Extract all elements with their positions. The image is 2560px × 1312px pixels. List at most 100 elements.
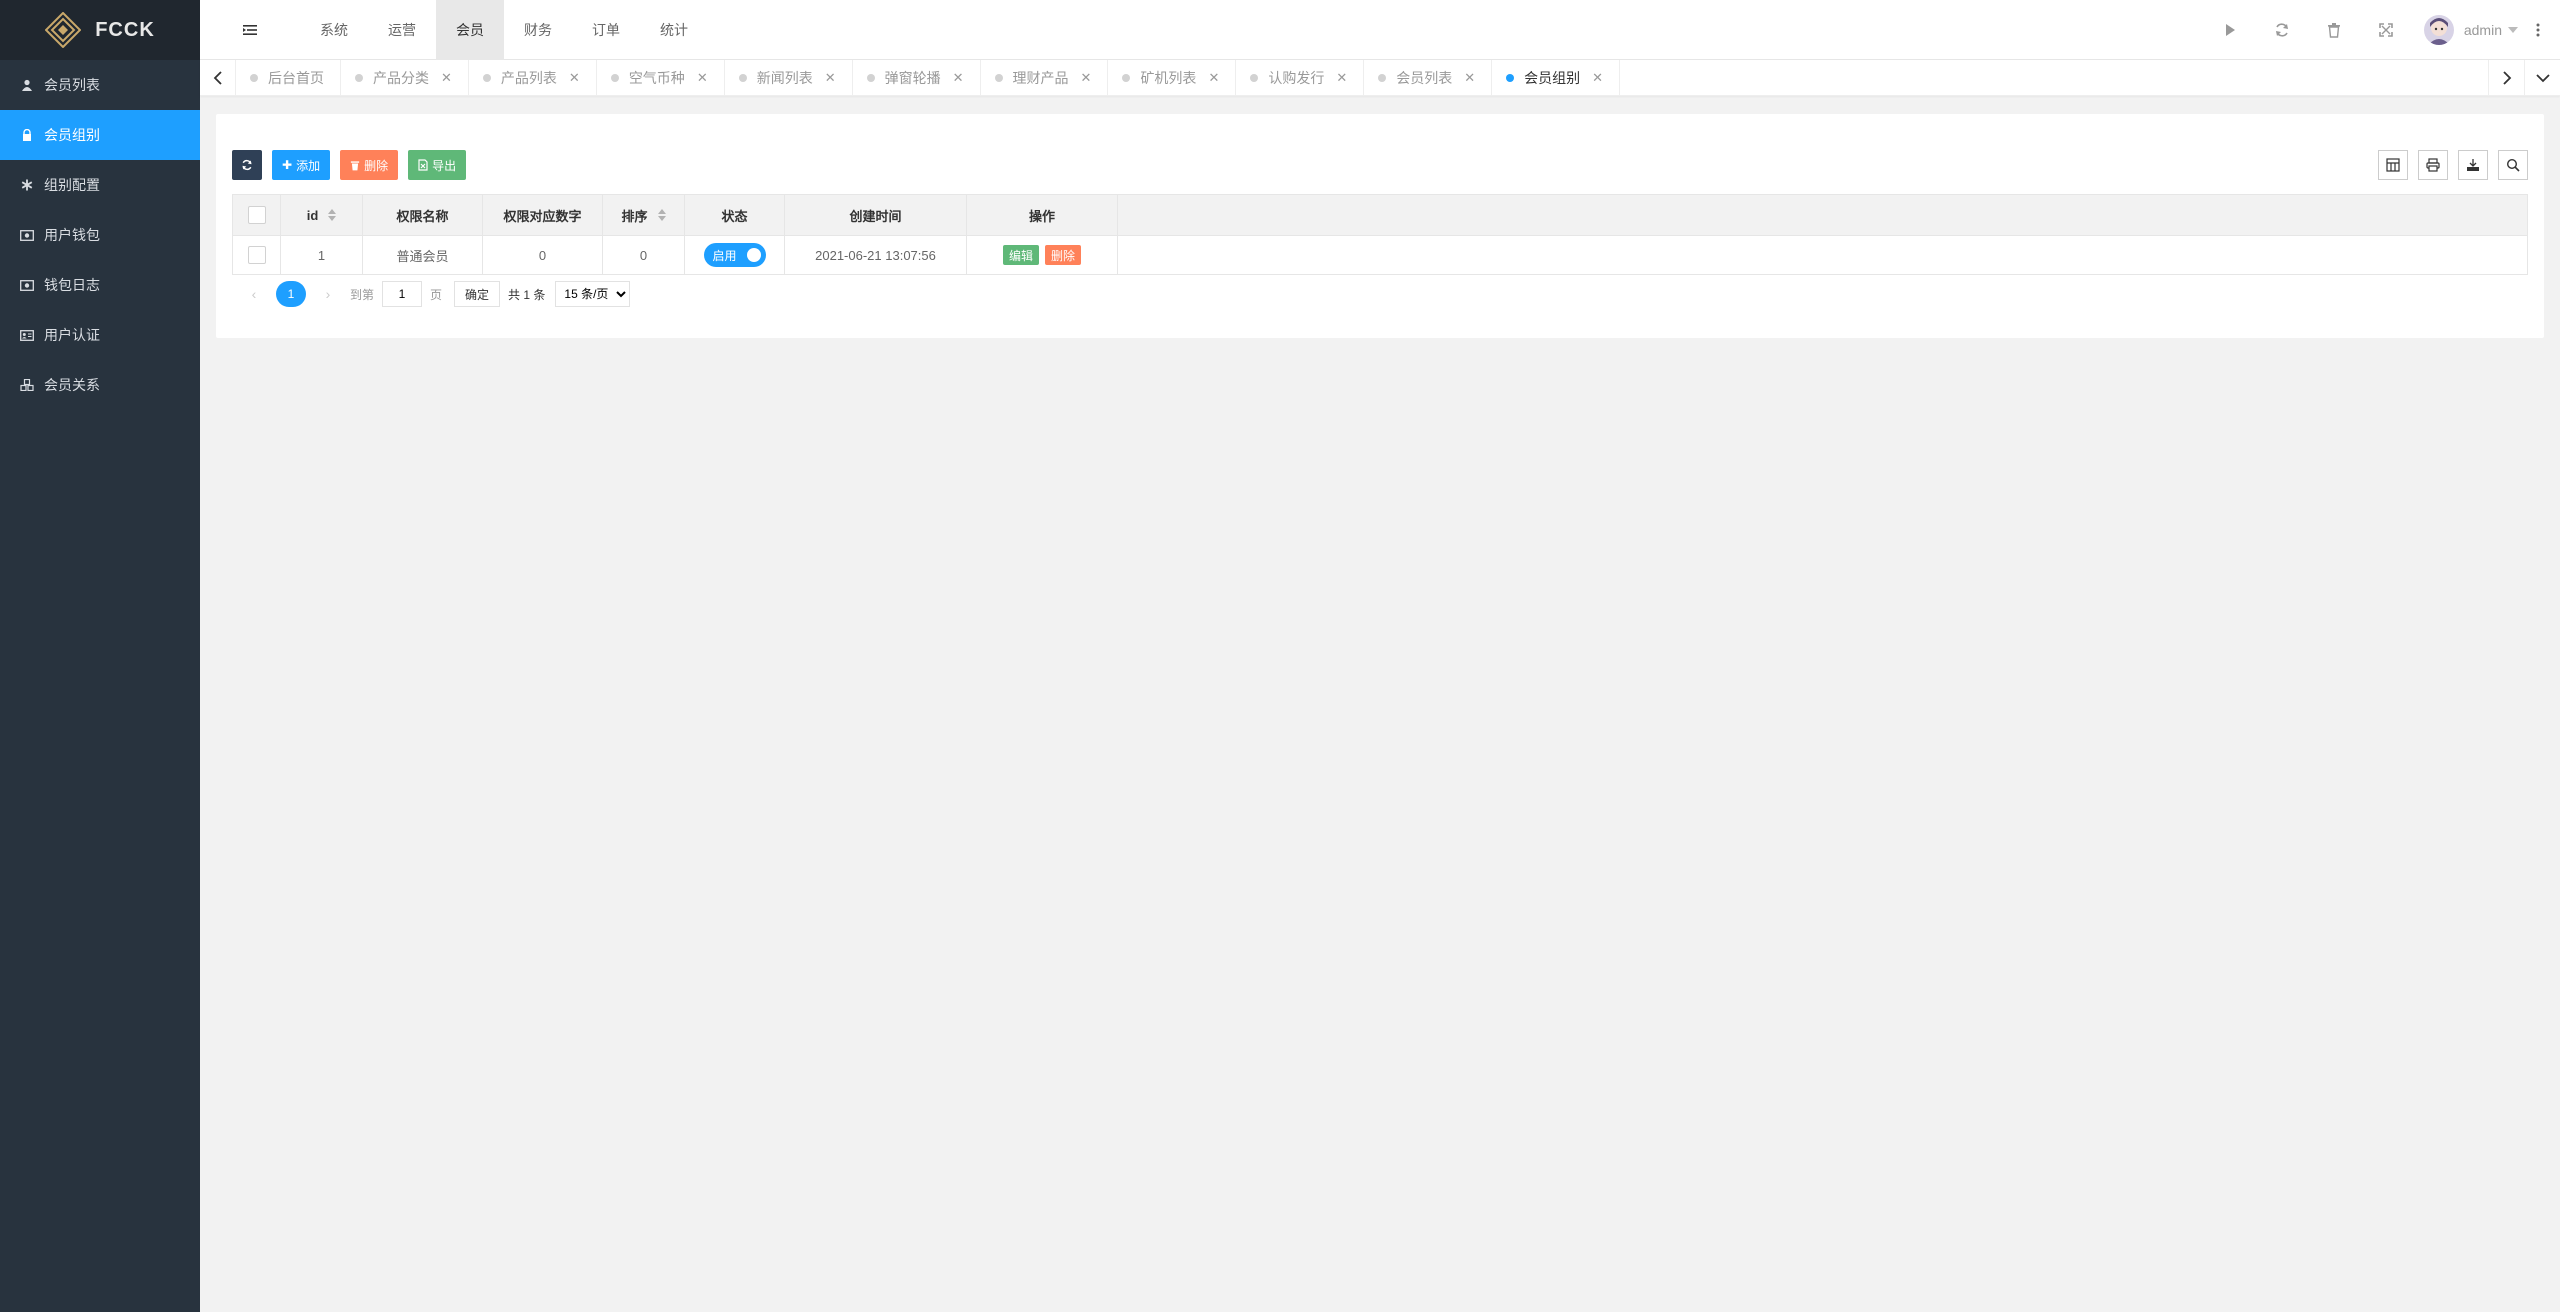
export-button[interactable]: 导出	[408, 150, 467, 180]
close-icon[interactable]: ✕	[441, 70, 452, 86]
row-checkbox-cell	[233, 236, 281, 274]
close-icon[interactable]: ✕	[1336, 70, 1347, 86]
close-icon[interactable]: ✕	[953, 70, 964, 86]
column-header-time: 创建时间	[785, 195, 967, 235]
tab-status-dot	[1250, 74, 1259, 82]
header-right: admin	[2204, 0, 2548, 60]
tab-0[interactable]: 后台首页	[236, 60, 341, 96]
sidebar-item-6[interactable]: 会员关系	[0, 360, 200, 410]
column-header-sort[interactable]: 排序	[603, 195, 685, 235]
total-count: 共 1 条	[508, 287, 546, 302]
tab-10[interactable]: 会员组别 ✕	[1492, 60, 1621, 96]
page-size-select[interactable]: 15 条/页	[555, 281, 631, 307]
tab-6[interactable]: 理财产品 ✕	[981, 60, 1109, 96]
close-icon[interactable]: ✕	[825, 70, 836, 86]
tab-2[interactable]: 产品列表 ✕	[469, 60, 597, 96]
tab-7[interactable]: 矿机列表 ✕	[1108, 60, 1237, 96]
tab-label: 空气币种	[628, 70, 685, 86]
close-icon[interactable]: ✕	[1208, 70, 1219, 86]
tab-3[interactable]: 空气币种 ✕	[597, 60, 725, 96]
tab-5[interactable]: 弹窗轮播 ✕	[853, 60, 981, 96]
refresh-button[interactable]	[232, 150, 262, 180]
delete-button[interactable]: 删除	[340, 150, 399, 180]
sidebar-item-1[interactable]: 会员组别	[0, 110, 200, 160]
sort-icon[interactable]	[657, 209, 666, 221]
sidebar-item-4[interactable]: 钱包日志	[0, 260, 200, 310]
export-tool-icon[interactable]	[2458, 150, 2488, 180]
top-nav-item-1[interactable]: 运营	[368, 0, 436, 60]
prev-page-icon[interactable]: ‹	[240, 280, 268, 308]
tabs-bar: 后台首页 产品分类 ✕ 产品列表 ✕ 空气币种 ✕ 新闻列表 ✕ 弹窗轮播 ✕ 理财产品 ✕ 矿机列表 ✕ 认…	[200, 60, 2560, 96]
top-nav: 系统 运营 会员 财务 订单 统计	[300, 0, 708, 60]
fullscreen-icon[interactable]	[2360, 0, 2412, 60]
goto-confirm-button[interactable]: 确定	[454, 281, 501, 307]
cell-status: 启用	[685, 236, 785, 274]
close-icon[interactable]: ✕	[1464, 70, 1475, 86]
tab-status-dot	[994, 74, 1003, 82]
sidebar-item-label: 钱包日志	[44, 277, 100, 293]
tab-4[interactable]: 新闻列表 ✕	[725, 60, 853, 96]
close-icon[interactable]: ✕	[697, 70, 708, 86]
tab-1[interactable]: 产品分类 ✕	[341, 60, 469, 96]
edit-button[interactable]: 编辑	[1002, 245, 1039, 265]
refresh-icon[interactable]	[2256, 0, 2308, 60]
column-header-status: 状态	[685, 195, 785, 235]
tab-8[interactable]: 认购发行 ✕	[1236, 60, 1365, 96]
menu-toggle-icon[interactable]	[240, 20, 260, 40]
top-nav-item-0[interactable]: 系统	[300, 0, 368, 60]
add-button[interactable]: ✚ 添加	[272, 150, 331, 180]
row-checkbox[interactable]	[247, 246, 266, 264]
column-label: 排序	[621, 208, 648, 224]
trash-icon	[350, 160, 360, 170]
page-unit: 页	[430, 287, 443, 302]
money-icon	[20, 278, 34, 292]
column-label: 权限名称	[396, 208, 449, 224]
close-icon[interactable]: ✕	[569, 70, 580, 86]
top-nav-item-5[interactable]: 统计	[640, 0, 708, 60]
close-icon[interactable]: ✕	[1081, 70, 1092, 86]
refresh-icon	[242, 159, 252, 171]
sort-icon[interactable]	[328, 209, 337, 221]
tab-status-dot	[1506, 74, 1515, 82]
data-table: id 权限名称 权限对应数字 排序 状态 创建时间 操作 1 普通会员 0 0 …	[232, 194, 2528, 275]
pagination: ‹ 1 › 到第 页 确定 共 1 条 15 条/页	[240, 280, 631, 308]
column-header-id[interactable]: id	[281, 195, 363, 235]
print-icon[interactable]	[2418, 150, 2448, 180]
select-all-checkbox[interactable]	[247, 206, 266, 224]
top-nav-item-2[interactable]: 会员	[436, 0, 504, 60]
close-icon[interactable]: ✕	[1592, 70, 1603, 86]
column-header-name: 权限名称	[363, 195, 483, 235]
tabs-list: 后台首页 产品分类 ✕ 产品列表 ✕ 空气币种 ✕ 新闻列表 ✕ 弹窗轮播 ✕ 理财产品 ✕ 矿机列表 ✕ 认…	[236, 60, 1621, 96]
top-nav-item-4[interactable]: 订单	[572, 0, 640, 60]
tabs-menu-chevron-down-icon[interactable]	[2524, 60, 2560, 96]
current-page[interactable]: 1	[276, 281, 306, 307]
trash-icon[interactable]	[2308, 0, 2360, 60]
tab-9[interactable]: 会员列表 ✕	[1364, 60, 1493, 96]
tab-label: 弹窗轮播	[884, 70, 941, 86]
goto-page-input[interactable]	[382, 281, 423, 307]
column-label: 权限对应数字	[503, 208, 582, 224]
more-vertical-icon[interactable]	[2528, 23, 2548, 37]
row-delete-button[interactable]: 删除	[1045, 245, 1082, 265]
top-nav-item-3[interactable]: 财务	[504, 0, 572, 60]
sidebar-item-3[interactable]: 用户钱包	[0, 210, 200, 260]
tabs-next-icon[interactable]	[2488, 60, 2524, 96]
next-page-icon[interactable]: ›	[314, 280, 342, 308]
columns-filter-icon[interactable]	[2378, 150, 2408, 180]
logo[interactable]: FCCK	[0, 0, 200, 60]
column-header-number: 权限对应数字	[483, 195, 603, 235]
sidebar-item-5[interactable]: 用户认证	[0, 310, 200, 360]
lock-icon	[20, 128, 34, 142]
cell-actions: 编辑 删除	[967, 236, 1118, 274]
file-excel-icon	[418, 159, 428, 171]
search-icon[interactable]	[2498, 150, 2528, 180]
sidebar: FCCK 会员列表 会员组别 组别配置 用户钱包钱包日志用户认证 会员关系	[0, 0, 200, 1312]
tabs-prev-icon[interactable]	[200, 60, 236, 96]
cell-id: 1	[281, 236, 363, 274]
status-switch[interactable]: 启用	[703, 243, 766, 267]
sidebar-item-0[interactable]: 会员列表	[0, 60, 200, 110]
sidebar-item-2[interactable]: 组别配置	[0, 160, 200, 210]
play-icon[interactable]	[2204, 0, 2256, 60]
column-label: 操作	[1028, 208, 1055, 224]
user-menu[interactable]: admin	[2412, 0, 2528, 60]
